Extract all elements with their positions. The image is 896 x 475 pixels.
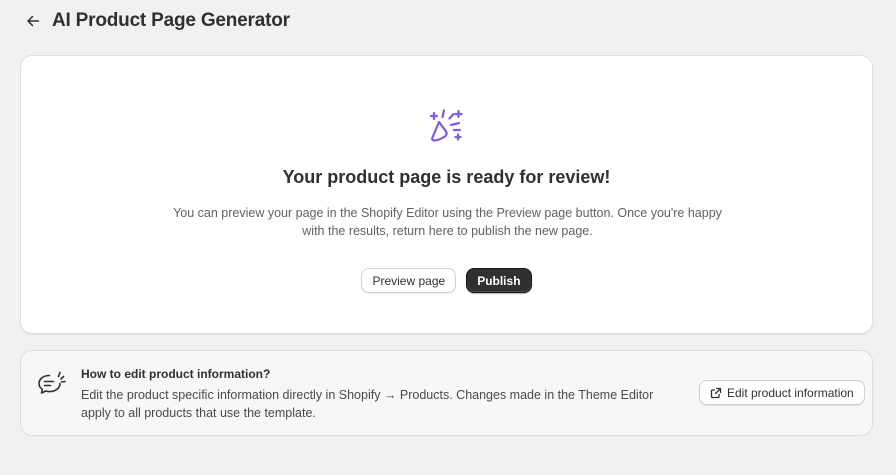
edit-product-information-label: Edit product information — [727, 385, 854, 400]
page-header: AI Product Page Generator — [24, 8, 290, 34]
preview-page-button[interactable]: Preview page — [361, 268, 457, 293]
edit-product-information-button[interactable]: Edit product information — [699, 380, 865, 405]
review-heading: Your product page is ready for review! — [282, 167, 611, 187]
info-description: Edit the product specific information di… — [81, 388, 654, 420]
back-button[interactable] — [24, 12, 42, 30]
page-title: AI Product Page Generator — [52, 10, 290, 31]
review-actions: Preview page Publish — [21, 268, 872, 293]
chat-sparkle-icon — [38, 371, 66, 394]
review-card: Your product page is ready for review! Y… — [20, 55, 873, 334]
info-card: How to edit product information? Edit th… — [20, 350, 873, 436]
publish-button[interactable]: Publish — [466, 268, 532, 293]
info-title: How to edit product information? — [81, 367, 271, 381]
party-popper-icon — [429, 109, 463, 142]
review-description: You can preview your page in the Shopify… — [173, 206, 722, 238]
external-link-icon — [710, 387, 722, 398]
arrow-left-icon — [27, 15, 40, 27]
